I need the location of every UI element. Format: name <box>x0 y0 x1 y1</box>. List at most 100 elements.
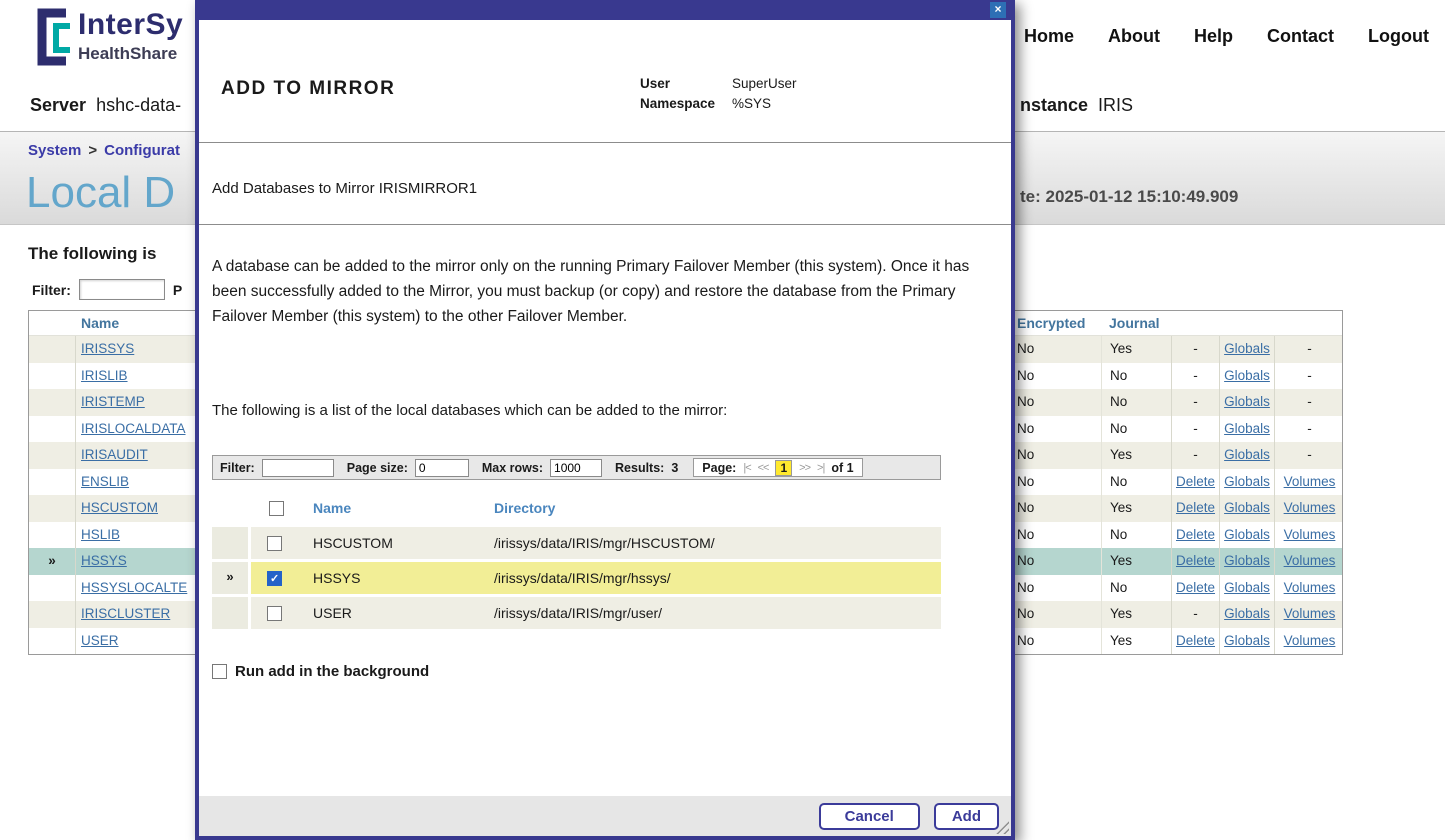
col-header-journal: Journal <box>1109 315 1160 331</box>
volumes-link[interactable]: Volumes <box>1284 606 1336 621</box>
max-rows-input[interactable] <box>550 459 602 477</box>
server-info: Serverhshc-data- <box>30 95 181 116</box>
db-name-link[interactable]: ENSLIB <box>81 474 129 489</box>
volumes-cell: - <box>1274 363 1344 390</box>
select-db-checkbox[interactable] <box>267 571 282 586</box>
table-body: HSCUSTOM/irissys/data/IRIS/mgr/HSCUSTOM/… <box>212 527 941 629</box>
db-name-link[interactable]: IRISCLUSTER <box>81 606 170 621</box>
db-name-cell: IRISSYS <box>81 336 134 363</box>
row-marker <box>29 495 76 522</box>
db-name-link[interactable]: IRISLOCALDATA <box>81 421 186 436</box>
globals-link[interactable]: Globals <box>1224 421 1270 436</box>
pager-last-icon[interactable]: >| <box>817 462 824 474</box>
subtitle-divider <box>199 224 1011 225</box>
add-button[interactable]: Add <box>934 803 999 830</box>
db-name-link[interactable]: IRISSYS <box>81 341 134 356</box>
volumes-link[interactable]: Volumes <box>1284 553 1336 568</box>
cancel-button[interactable]: Cancel <box>819 803 920 830</box>
db-name-link[interactable]: HSSYS <box>81 553 127 568</box>
delete-cell: - <box>1171 601 1219 628</box>
db-directory: /irissys/data/IRIS/mgr/hssys/ <box>494 570 671 586</box>
nav-home[interactable]: Home <box>1024 26 1074 47</box>
encrypted-cell: No <box>1009 442 1101 469</box>
delete-link[interactable]: Delete <box>1176 527 1215 542</box>
globals-link[interactable]: Globals <box>1224 394 1270 409</box>
delete-cell: Delete <box>1171 522 1219 549</box>
volumes-link[interactable]: Volumes <box>1284 527 1336 542</box>
dialog-titlebar[interactable]: × <box>199 0 1011 20</box>
filter-input[interactable] <box>262 459 334 477</box>
delete-link[interactable]: Delete <box>1176 580 1215 595</box>
nav-help[interactable]: Help <box>1194 26 1233 47</box>
db-name-cell: HSSYS <box>81 548 127 575</box>
globals-cell: Globals <box>1219 495 1274 522</box>
db-name: HSCUSTOM <box>313 535 393 551</box>
pager-next-icon[interactable]: >> <box>799 462 810 474</box>
col-header-directory: Directory <box>494 500 555 516</box>
select-all-checkbox[interactable] <box>269 501 284 516</box>
delete-empty: - <box>1193 368 1198 383</box>
db-name-link[interactable]: IRISTEMP <box>81 394 145 409</box>
globals-link[interactable]: Globals <box>1224 447 1270 462</box>
delete-link[interactable]: Delete <box>1176 474 1215 489</box>
server-label: Server <box>30 95 86 115</box>
page-intro-text: The following is <box>28 244 156 264</box>
delete-link[interactable]: Delete <box>1176 500 1215 515</box>
globals-link[interactable]: Globals <box>1224 500 1270 515</box>
encrypted-cell: No <box>1009 469 1101 496</box>
breadcrumb-system[interactable]: System <box>28 142 81 159</box>
volumes-link[interactable]: Volumes <box>1284 580 1336 595</box>
nav-contact[interactable]: Contact <box>1267 26 1334 47</box>
globals-link[interactable]: Globals <box>1224 341 1270 356</box>
close-icon[interactable]: × <box>990 2 1006 18</box>
volumes-cell: Volumes <box>1274 575 1344 602</box>
nav-about[interactable]: About <box>1108 26 1160 47</box>
delete-empty: - <box>1193 394 1198 409</box>
select-db-checkbox[interactable] <box>267 536 282 551</box>
db-name-link[interactable]: HSLIB <box>81 527 120 542</box>
row-marker <box>29 469 76 496</box>
globals-link[interactable]: Globals <box>1224 606 1270 621</box>
db-name-link[interactable]: IRISAUDIT <box>81 447 148 462</box>
run-in-background-checkbox[interactable] <box>212 664 227 679</box>
journal-cell: No <box>1101 363 1171 390</box>
globals-cell: Globals <box>1219 469 1274 496</box>
pager-current-page[interactable]: 1 <box>775 460 792 476</box>
pager-prev-icon[interactable]: << <box>758 462 769 474</box>
db-name-link[interactable]: IRISLIB <box>81 368 128 383</box>
breadcrumb-configuration[interactable]: Configurat <box>104 142 180 159</box>
pager-first-icon[interactable]: |< <box>743 462 750 474</box>
db-name-link[interactable]: HSCUSTOM <box>81 500 158 515</box>
db-name-link[interactable]: USER <box>81 633 119 648</box>
bg-filter-input[interactable] <box>79 279 165 300</box>
row-marker <box>29 522 76 549</box>
row-marker <box>212 527 248 559</box>
db-name-cell: HSSYSLOCALTE <box>81 575 187 602</box>
brand-wordmark: InterSy <box>78 8 183 42</box>
db-name-cell: USER <box>81 628 119 655</box>
select-db-checkbox[interactable] <box>267 606 282 621</box>
breadcrumb: System>Configurat <box>28 142 180 159</box>
globals-link[interactable]: Globals <box>1224 633 1270 648</box>
pager: Page: |< << 1 >> >| of 1 <box>693 458 862 477</box>
globals-link[interactable]: Globals <box>1224 553 1270 568</box>
row-marker <box>29 389 76 416</box>
dialog-footer: Cancel Add <box>199 796 1011 836</box>
bg-pagesize-label: P <box>173 282 182 298</box>
globals-link[interactable]: Globals <box>1224 527 1270 542</box>
add-to-mirror-dialog: × ADD TO MIRROR UserSuperUser Namespace%… <box>195 0 1015 840</box>
page-size-input[interactable] <box>415 459 469 477</box>
journal-cell: No <box>1101 416 1171 443</box>
delete-link[interactable]: Delete <box>1176 633 1215 648</box>
volumes-link[interactable]: Volumes <box>1284 474 1336 489</box>
delete-link[interactable]: Delete <box>1176 553 1215 568</box>
globals-link[interactable]: Globals <box>1224 368 1270 383</box>
journal-cell: Yes <box>1101 495 1171 522</box>
volumes-link[interactable]: Volumes <box>1284 500 1336 515</box>
db-name-link[interactable]: HSSYSLOCALTE <box>81 580 187 595</box>
nav-logout[interactable]: Logout <box>1368 26 1429 47</box>
globals-link[interactable]: Globals <box>1224 474 1270 489</box>
globals-link[interactable]: Globals <box>1224 580 1270 595</box>
encrypted-cell: No <box>1009 548 1101 575</box>
volumes-link[interactable]: Volumes <box>1284 633 1336 648</box>
